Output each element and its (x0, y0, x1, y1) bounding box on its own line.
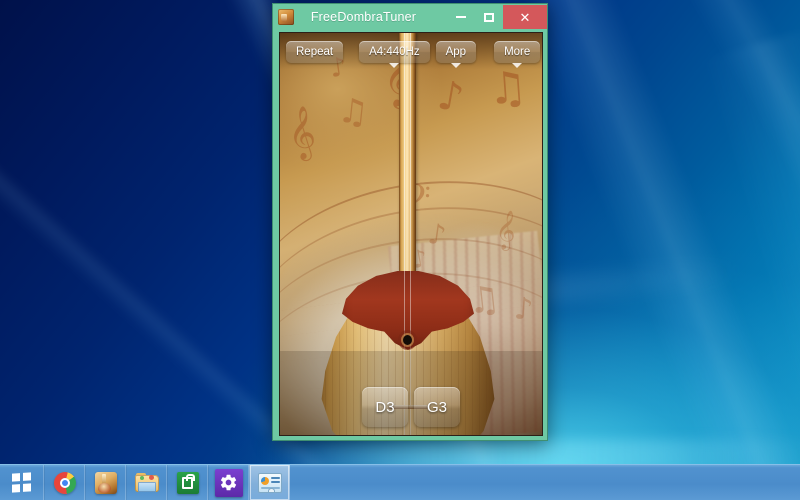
string-button-label: D3 (375, 398, 395, 416)
start-button[interactable] (0, 465, 44, 500)
tuning-reference-button[interactable]: A4:440Hz (359, 41, 430, 68)
chevron-down-icon (512, 63, 523, 68)
chevron-down-icon (450, 63, 461, 68)
music-note-icon: 𝄞 (493, 209, 519, 251)
music-note-icon: ♫ (335, 90, 371, 134)
app-button[interactable]: App (435, 41, 477, 68)
desktop: FreeDombraTuner ✕ 𝄞𝄞♪♫♪♫𝄢♪♪𝄞♫♪ (0, 0, 800, 500)
taskbar-item-store[interactable] (167, 465, 208, 500)
window-title: FreeDombraTuner (310, 10, 417, 24)
chevron-down-icon (389, 63, 400, 68)
more-button[interactable]: More (494, 41, 541, 68)
wallpaper-streak (620, 0, 800, 500)
tuning-label: A4:440Hz (369, 46, 420, 58)
taskbar-item-control-panel[interactable] (249, 465, 290, 500)
app-content: 𝄞𝄞♪♫♪♫𝄢♪♪𝄞♫♪ Repeat A4:440Hz (279, 32, 543, 436)
maximize-button[interactable] (475, 6, 503, 28)
title-bar[interactable]: FreeDombraTuner ✕ (273, 4, 547, 30)
music-note-icon: ♫ (486, 61, 530, 116)
string-button-g3[interactable]: G3 (414, 387, 460, 427)
close-button[interactable]: ✕ (503, 5, 547, 29)
gear-icon (214, 468, 243, 497)
dombra-app-icon (94, 471, 117, 494)
dombra-soundhole (403, 335, 412, 345)
music-note-icon: ♪ (512, 291, 535, 328)
control-panel-icon (257, 472, 282, 493)
wallpaper-streak (700, 26, 800, 500)
folder-icon (134, 472, 159, 493)
taskbar-item-file-explorer[interactable] (126, 465, 167, 500)
more-label: More (504, 46, 531, 58)
dombra-string (410, 33, 411, 301)
app-label: App (445, 46, 467, 58)
taskbar-item-chrome[interactable] (44, 465, 85, 500)
taskbar[interactable] (0, 464, 800, 500)
dombra-app-icon (278, 9, 294, 25)
shopping-bag-icon (176, 471, 199, 494)
dombra-neck (399, 33, 416, 301)
app-window[interactable]: FreeDombraTuner ✕ 𝄞𝄞♪♫♪♫𝄢♪♪𝄞♫♪ (272, 3, 548, 441)
close-icon: ✕ (519, 9, 531, 25)
minimize-button[interactable] (447, 6, 475, 28)
repeat-label: Repeat (296, 46, 334, 58)
dombra-string (404, 33, 405, 301)
repeat-button[interactable]: Repeat (286, 41, 344, 63)
taskbar-item-dombra-tuner[interactable] (85, 465, 126, 500)
maximize-icon (484, 12, 494, 22)
music-note-icon: 𝄞 (285, 103, 318, 161)
taskbar-item-settings[interactable] (208, 465, 249, 500)
string-button-label: G3 (426, 398, 447, 416)
windows-logo-icon (12, 472, 31, 493)
string-buttons-row: D3 G3 (280, 387, 542, 427)
minimize-icon (456, 16, 466, 18)
chrome-icon (53, 471, 76, 494)
string-button-d3[interactable]: D3 (362, 387, 408, 427)
toolbar: Repeat A4:440Hz App More (280, 37, 542, 68)
